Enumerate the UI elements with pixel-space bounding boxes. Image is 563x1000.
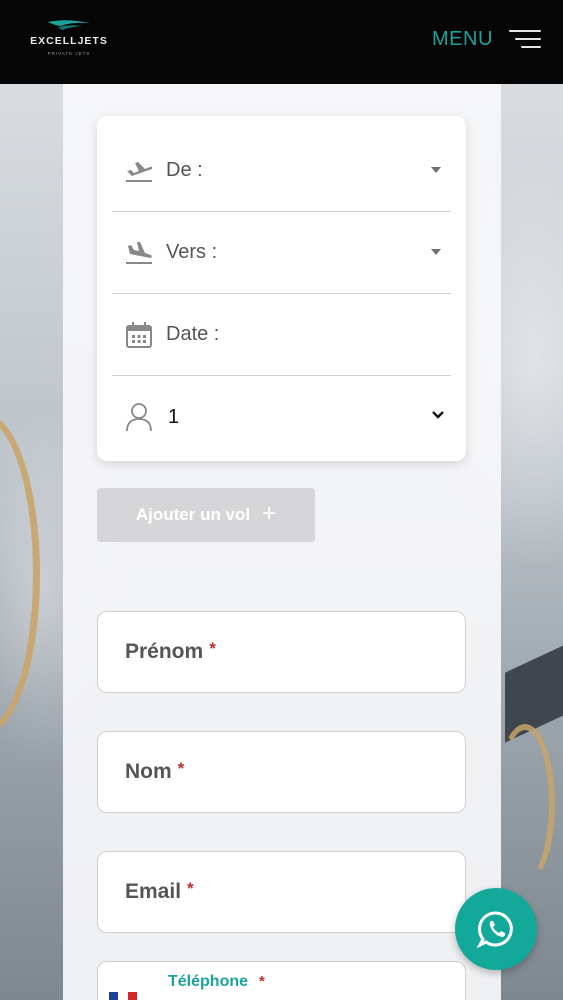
caret-down-icon [431, 249, 441, 255]
logo[interactable]: EXCELLJETS PRIVATE JETS [24, 16, 114, 62]
brand-tagline: PRIVATE JETS [47, 51, 91, 56]
whatsapp-button[interactable] [455, 888, 537, 970]
flight-search-card: De : Vers : Date: 1 [97, 116, 466, 461]
email-label: Email [125, 880, 182, 903]
first-name-label: Prénom [125, 640, 204, 663]
date-label: Date : [166, 323, 220, 345]
hamburger-line [509, 30, 541, 32]
phone-label: Téléphone [168, 973, 249, 990]
hamburger-line [521, 46, 541, 48]
landing-icon [124, 238, 154, 268]
calendar-icon [124, 320, 154, 350]
required-mark: * [187, 879, 194, 898]
hamburger-icon[interactable] [509, 28, 541, 52]
menu-label[interactable]: MENU [432, 28, 493, 51]
add-flight-button[interactable]: Ajouter un vol + [97, 488, 315, 542]
hamburger-line [515, 38, 541, 40]
first-name-field[interactable]: Prénom * [97, 611, 466, 693]
wing-shape [505, 635, 563, 743]
user-icon [124, 402, 154, 432]
chevron-down-icon [432, 411, 444, 419]
logo-wing-icon [48, 20, 90, 30]
add-flight-label: Ajouter un vol [135, 505, 251, 524]
whatsapp-icon [476, 911, 513, 949]
phone-field[interactable]: Téléphone * [97, 961, 466, 1000]
required-mark: * [259, 973, 265, 990]
required-mark: * [209, 639, 216, 658]
last-name-label: Nom [125, 760, 172, 783]
france-flag-icon[interactable] [109, 992, 137, 1000]
passengers-select[interactable]: 1 [112, 376, 451, 458]
date-input[interactable]: Date : [112, 294, 451, 376]
takeoff-icon [124, 156, 154, 186]
email-field[interactable]: Email * [97, 851, 466, 933]
required-mark: * [177, 759, 185, 778]
engine-ring-right [495, 724, 555, 884]
from-label: De : [166, 159, 203, 181]
site-header: EXCELLJETS PRIVATE JETS MENU [0, 0, 563, 84]
passengers-count: 1 [168, 405, 180, 428]
last-name-field[interactable]: Nom * [97, 731, 466, 813]
brand-name: EXCELLJETS [30, 35, 108, 47]
caret-down-icon [431, 167, 441, 173]
to-label: Vers : [166, 241, 218, 263]
from-select[interactable]: De : [112, 130, 451, 212]
engine-ring-left [0, 414, 40, 734]
to-select[interactable]: Vers : [112, 212, 451, 294]
plus-icon: + [262, 499, 277, 527]
